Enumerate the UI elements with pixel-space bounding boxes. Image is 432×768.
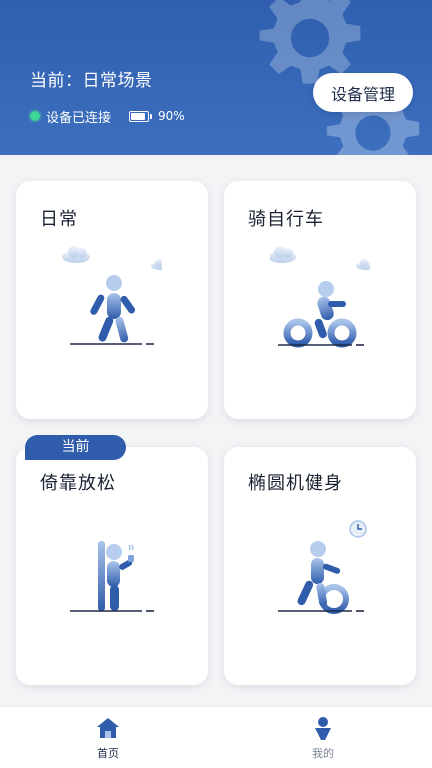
cycling-figure-icon — [268, 243, 376, 353]
header: 当前：日常场景 设备已连接 90% 设备管理 — [0, 0, 432, 155]
scene-card-elliptical[interactable]: 椭圆机健身 — [224, 447, 416, 685]
current-scene-badge: 当前 — [25, 435, 126, 460]
connected-status-dot — [30, 111, 40, 121]
scene-card-daily[interactable]: 日常 — [16, 181, 208, 419]
scene-card-title: 椭圆机健身 — [248, 473, 343, 494]
leaning-figure-icon — [62, 509, 162, 619]
walking-figure-icon — [62, 243, 171, 353]
device-status-row: 设备已连接 90% — [30, 107, 185, 126]
elliptical-figure-icon — [270, 509, 370, 619]
profile-icon — [315, 717, 331, 740]
nav-label-profile: 我的 — [312, 747, 334, 760]
home-icon — [97, 718, 119, 738]
nav-label-home: 首页 — [97, 747, 119, 760]
battery-icon — [129, 110, 150, 122]
scene-card-title: 倚靠放松 — [40, 473, 116, 494]
bottom-nav: 首页 我的 — [0, 706, 432, 768]
battery-level-fill — [131, 112, 146, 120]
current-scene-title: 当前：日常场景 — [30, 71, 153, 91]
scene-card-title: 日常 — [40, 209, 78, 230]
scene-card-cycling[interactable]: 骑自行车 — [224, 181, 416, 419]
device-management-button[interactable]: 设备管理 — [313, 73, 413, 112]
nav-item-profile[interactable]: 我的 — [283, 715, 363, 761]
nav-item-home[interactable]: 首页 — [68, 715, 148, 761]
battery-indicator: 90% — [129, 109, 185, 123]
scene-card-title: 骑自行车 — [248, 209, 324, 230]
scene-card-leaning[interactable]: 倚靠放松 — [16, 447, 208, 685]
battery-percent: 90% — [158, 109, 185, 123]
connection-status-text: 设备已连接 — [46, 110, 112, 126]
